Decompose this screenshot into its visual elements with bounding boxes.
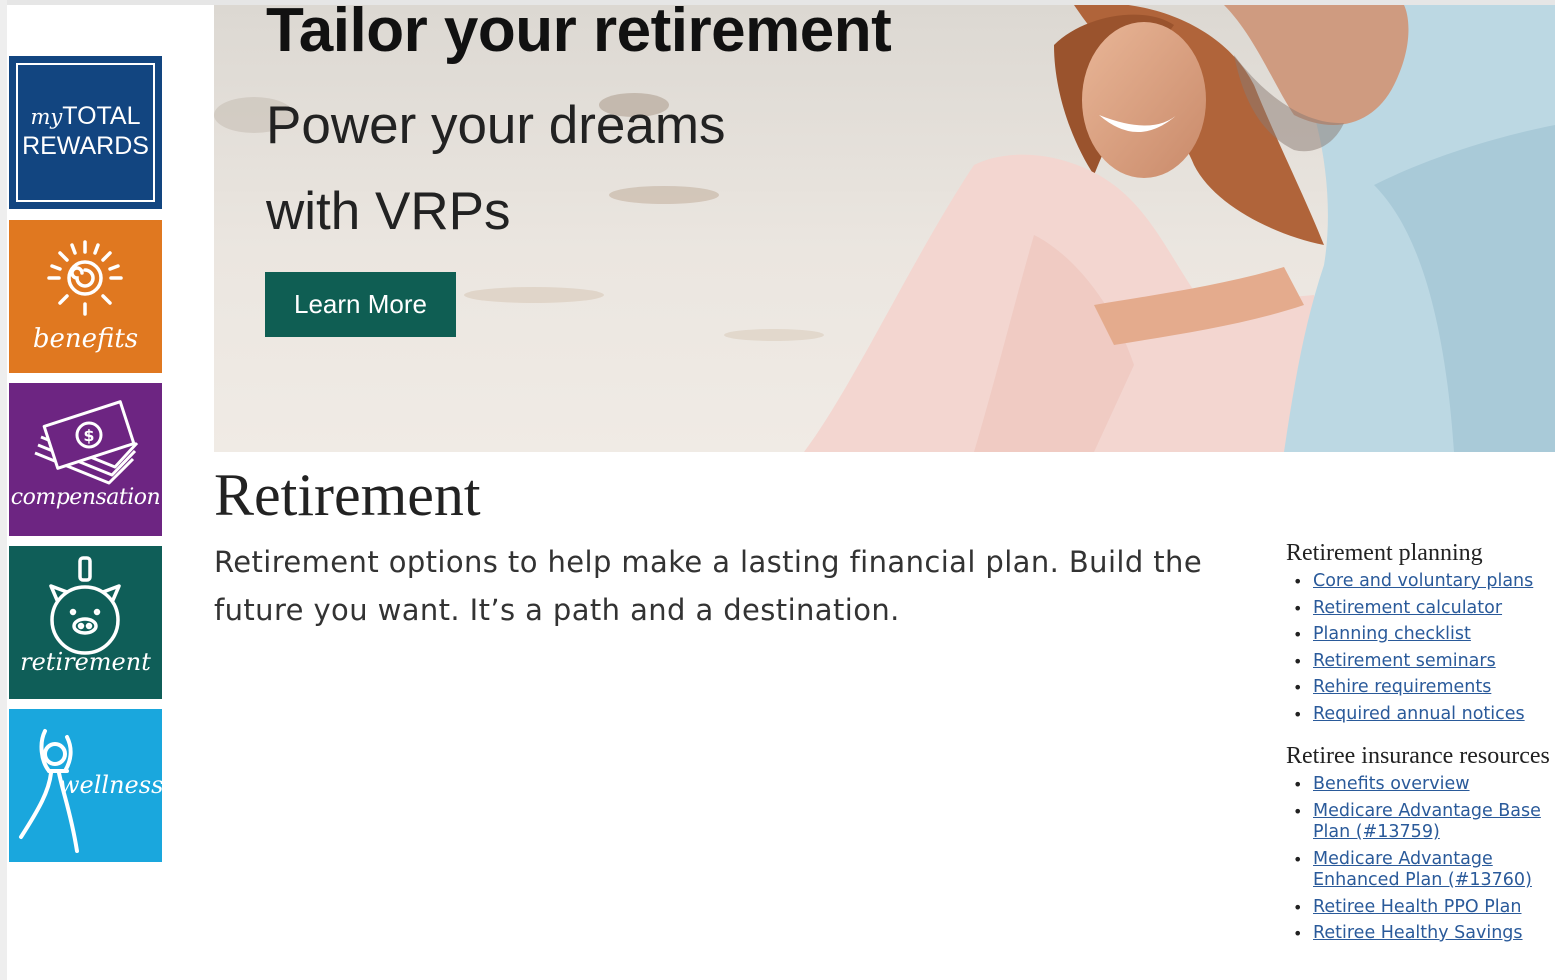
money-stack-icon: $ — [34, 400, 139, 485]
link-retirement-calculator[interactable]: Retirement calculator — [1313, 598, 1502, 618]
list-item: Retiree Healthy Savings — [1293, 923, 1551, 945]
tile-label-line2: REWARDS — [22, 132, 149, 160]
link-required-annual-notices[interactable]: Required annual notices — [1313, 704, 1525, 724]
nav-tile-retirement[interactable]: retirement — [9, 546, 162, 699]
tile-label-compensation: compensation — [10, 485, 161, 510]
hero-title: Tailor your retirement — [266, 5, 892, 65]
tile-label-wellness: wellness — [59, 771, 162, 799]
nav-tile-compensation[interactable]: $ compensation — [9, 383, 162, 536]
list-item: Medicare Advantage Base Plan (#13759) — [1293, 801, 1551, 844]
list-item: Retirement calculator — [1293, 598, 1551, 620]
link-retirement-seminars[interactable]: Retirement seminars — [1313, 651, 1496, 671]
sidebar-group-retiree-insurance: Retiree insurance resources Benefits ove… — [1286, 741, 1551, 945]
link-retiree-healthy-savings[interactable]: Retiree Healthy Savings — [1313, 923, 1523, 943]
hero-subtitle-line2: with VRPs — [266, 182, 511, 241]
sidebar: Retirement planning Core and voluntary p… — [1286, 538, 1551, 950]
sidebar-link-list: Core and voluntary plans Retirement calc… — [1286, 571, 1551, 725]
link-core-voluntary-plans[interactable]: Core and voluntary plans — [1313, 571, 1533, 591]
page-title: Retirement — [214, 462, 481, 528]
link-rehire-requirements[interactable]: Rehire requirements — [1313, 677, 1491, 697]
link-medicare-base-plan[interactable]: Medicare Advantage Base Plan (#13759) — [1313, 801, 1541, 843]
list-item: Retirement seminars — [1293, 651, 1551, 673]
list-item: Retiree Health PPO Plan — [1293, 897, 1551, 919]
piggy-bank-icon — [49, 556, 121, 655]
link-benefits-overview[interactable]: Benefits overview — [1313, 774, 1470, 794]
link-retiree-health-ppo[interactable]: Retiree Health PPO Plan — [1313, 897, 1521, 917]
nav-tile-benefits[interactable]: benefits — [9, 220, 162, 373]
list-item: Medicare Advantage Enhanced Plan (#13760… — [1293, 849, 1551, 892]
tile-label-benefits: benefits — [32, 324, 139, 354]
list-item: Planning checklist — [1293, 624, 1551, 646]
list-item: Required annual notices — [1293, 704, 1551, 726]
hero-banner: Tailor your retirement Power your dreams… — [214, 5, 1555, 452]
sidebar-link-list: Benefits overview Medicare Advantage Bas… — [1286, 774, 1551, 945]
nav-tile-wellness[interactable]: wellness — [9, 709, 162, 862]
tile-label-retirement: retirement — [20, 648, 151, 676]
list-item: Rehire requirements — [1293, 677, 1551, 699]
link-planning-checklist[interactable]: Planning checklist — [1313, 624, 1471, 644]
tile-label-line1: myTOTAL — [30, 102, 141, 130]
sidebar-group-retirement-planning: Retirement planning Core and voluntary p… — [1286, 538, 1551, 725]
svg-text:$: $ — [83, 426, 94, 445]
list-item: Benefits overview — [1293, 774, 1551, 796]
left-gutter — [0, 0, 7, 980]
learn-more-button[interactable]: Learn More — [265, 272, 456, 337]
nav-tile-my-total-rewards[interactable]: myTOTAL REWARDS — [9, 56, 162, 209]
hero-subtitle-line1: Power your dreams — [266, 96, 726, 155]
intro-text: Retirement options to help make a lastin… — [214, 545, 1203, 627]
link-medicare-enhanced-plan[interactable]: Medicare Advantage Enhanced Plan (#13760… — [1313, 849, 1532, 891]
list-item: Core and voluntary plans — [1293, 571, 1551, 593]
sidebar-heading: Retiree insurance resources — [1286, 743, 1550, 769]
sidebar-heading: Retirement planning — [1286, 540, 1483, 566]
